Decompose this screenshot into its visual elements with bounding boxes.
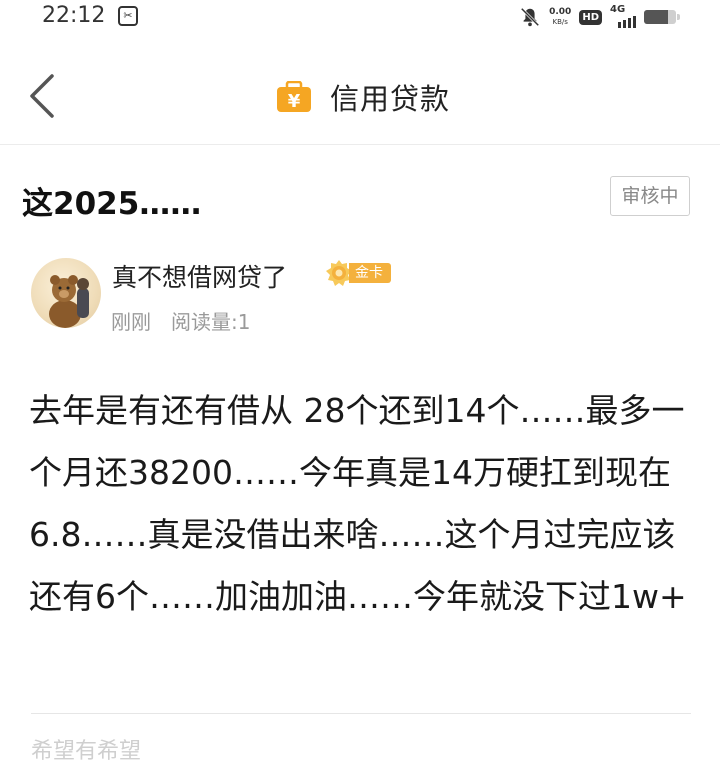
wallet-yuan-icon: ¥ (277, 81, 311, 112)
header-title-group: ¥ 信用贷款 (276, 76, 450, 118)
avatar-bear-image (49, 275, 89, 328)
scissor-icon: ✂ (118, 6, 138, 26)
net-speed-value: 0.00 (549, 7, 572, 17)
divider (31, 713, 691, 714)
status-time: 22:12 (42, 3, 106, 28)
status-badge: 审核中 (610, 176, 690, 216)
page-title: 信用贷款 (330, 82, 451, 116)
post-meta: 刚刚 阅读量:1 (111, 306, 250, 335)
svg-text:¥: ¥ (288, 91, 301, 112)
app-header: ¥ 信用贷款 (0, 34, 720, 145)
network-type: 4G (610, 4, 626, 15)
author-name[interactable]: 真不想借网贷了 (112, 258, 287, 294)
post-title: 这2025…… (22, 186, 202, 222)
back-arrow-icon[interactable] (22, 72, 62, 120)
hd-icon: HD (579, 9, 602, 25)
read-count: 阅读量:1 (171, 310, 251, 334)
post-time: 刚刚 (111, 310, 151, 334)
net-speed: 0.00 KB/s (549, 7, 571, 27)
footer-partial-text: 希望有希望 (31, 739, 142, 764)
bell-muted-icon (520, 7, 540, 27)
status-bar: 22:12 ✂ 0.00 KB/s HD 4G (0, 0, 720, 34)
vip-label: 金卡 (349, 263, 391, 283)
status-icons: 0.00 KB/s HD 4G (519, 4, 680, 30)
net-speed-unit: KB/s (552, 18, 568, 26)
battery-icon (644, 10, 676, 24)
signal-icon: 4G (610, 4, 636, 28)
avatar[interactable] (31, 258, 101, 328)
vip-badge: 金卡 (325, 259, 391, 287)
post-body: 去年是有还有借从 28个还到14个……最多一个月还38200……今年真是14万硬… (29, 391, 687, 616)
